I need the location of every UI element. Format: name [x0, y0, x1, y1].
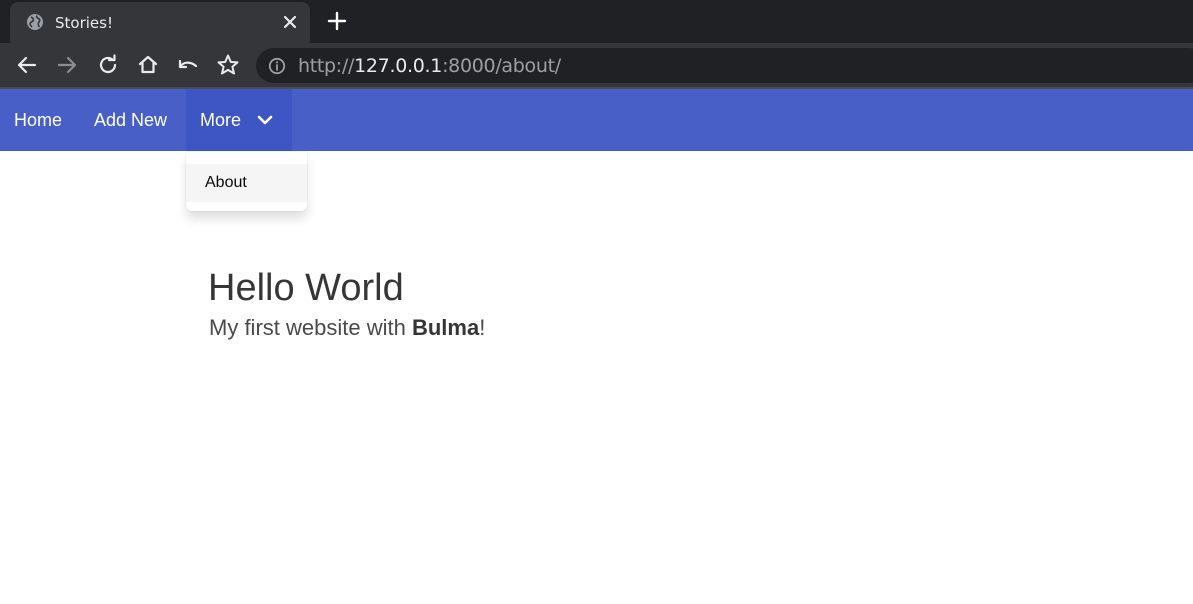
- globe-icon: [27, 14, 43, 30]
- tab-title: Stories!: [55, 14, 113, 32]
- nav-add-new-link[interactable]: Add New: [94, 89, 167, 151]
- nav-home-link[interactable]: Home: [14, 89, 62, 151]
- more-dropdown-menu: About: [186, 152, 307, 211]
- subtitle-suffix: !: [479, 315, 486, 340]
- info-icon[interactable]: [268, 57, 286, 75]
- site-navbar: Home Add New More: [0, 89, 1193, 151]
- url-path: :8000/about/: [442, 55, 561, 77]
- chevron-down-icon: [257, 115, 273, 125]
- page-subtitle: My first website with Bulma!: [209, 314, 485, 342]
- dropdown-item-about[interactable]: About: [186, 164, 307, 202]
- subtitle-prefix: My first website with: [209, 315, 412, 340]
- undo-icon[interactable]: [176, 53, 200, 77]
- browser-tab[interactable]: Stories!: [10, 2, 310, 43]
- back-arrow-icon[interactable]: [15, 53, 39, 77]
- subtitle-strong: Bulma: [411, 315, 480, 340]
- url-scheme: http://: [298, 55, 355, 77]
- browser-toolbar: http://127.0.0.1:8000/about/: [0, 43, 1193, 88]
- nav-more-label: More: [200, 110, 242, 130]
- star-bookmark-icon[interactable]: [216, 53, 240, 77]
- url-text: http://127.0.0.1:8000/about/: [298, 55, 561, 77]
- dropdown-item-label: About: [205, 174, 247, 191]
- reload-icon[interactable]: [96, 53, 120, 77]
- new-tab-plus-icon[interactable]: [326, 10, 348, 32]
- home-icon[interactable]: [136, 53, 160, 77]
- forward-arrow-icon[interactable]: [55, 53, 79, 77]
- browser-tab-strip: Stories!: [0, 0, 1193, 43]
- close-icon[interactable]: [280, 12, 300, 32]
- address-bar[interactable]: http://127.0.0.1:8000/about/: [256, 48, 1193, 83]
- url-host: 127.0.0.1: [354, 55, 443, 77]
- nav-more-dropdown-trigger[interactable]: More: [186, 89, 292, 151]
- page-title: Hello World: [208, 267, 404, 309]
